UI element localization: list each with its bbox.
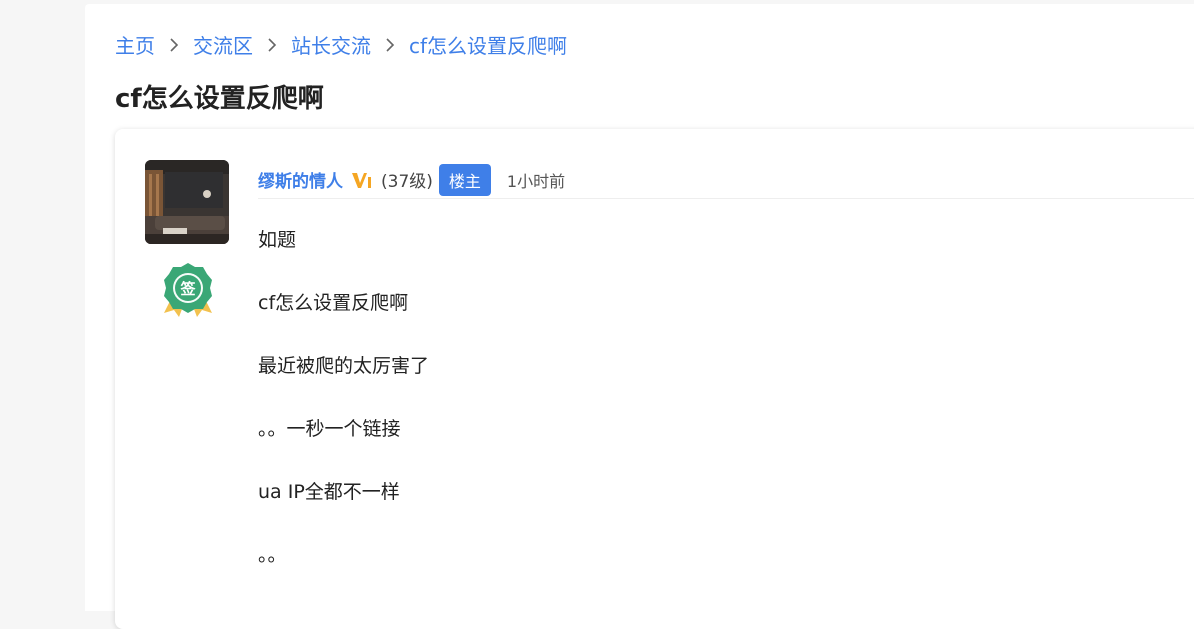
post-content: 如题 cf怎么设置反爬啊 最近被爬的太厉害了 。。一秒一个链接 ua IP全都不… bbox=[258, 227, 429, 605]
sign-in-medal-icon: 签 bbox=[160, 261, 216, 317]
medal-char: 签 bbox=[179, 280, 196, 298]
breadcrumb-home[interactable]: 主页 bbox=[115, 30, 155, 59]
avatar[interactable] bbox=[145, 160, 229, 244]
op-badge: 楼主 bbox=[438, 163, 491, 196]
chevron-right-icon bbox=[259, 34, 285, 55]
content-line: cf怎么设置反爬啊 bbox=[258, 292, 409, 314]
user-level: (37级) bbox=[381, 172, 433, 192]
content-line: 最近被爬的太厉害了 bbox=[258, 355, 430, 377]
breadcrumb-forum[interactable]: 交流区 bbox=[193, 30, 253, 59]
vip-v1-icon bbox=[352, 172, 371, 188]
page-container: 主页 交流区 站长交流 cf怎么设置反爬啊 cf怎么设置反爬啊 签 缪斯的情人 … bbox=[85, 4, 1194, 629]
post-card: 签 缪斯的情人 (37级) 楼主 1小时前 如题 cf怎么设置反爬啊 最近被爬的… bbox=[115, 129, 1194, 629]
author-line: 缪斯的情人 (37级) 楼主 1小时前 bbox=[258, 161, 1194, 199]
content-line: 如题 bbox=[258, 229, 297, 251]
chevron-right-icon bbox=[377, 34, 403, 55]
post-time: 1小时前 bbox=[506, 171, 566, 191]
content-line: ua IP全都不一样 bbox=[258, 481, 400, 503]
content-line: 。。一秒一个链接 bbox=[258, 418, 401, 440]
author-name[interactable]: 缪斯的情人 bbox=[258, 167, 343, 192]
chevron-right-icon bbox=[161, 34, 187, 55]
content-line: 。。 bbox=[258, 544, 287, 566]
page-title: cf怎么设置反爬啊 bbox=[115, 84, 324, 114]
breadcrumb-current[interactable]: cf怎么设置反爬啊 bbox=[409, 30, 567, 59]
breadcrumb: 主页 交流区 站长交流 cf怎么设置反爬啊 bbox=[115, 30, 567, 59]
breadcrumb-category[interactable]: 站长交流 bbox=[291, 30, 371, 59]
